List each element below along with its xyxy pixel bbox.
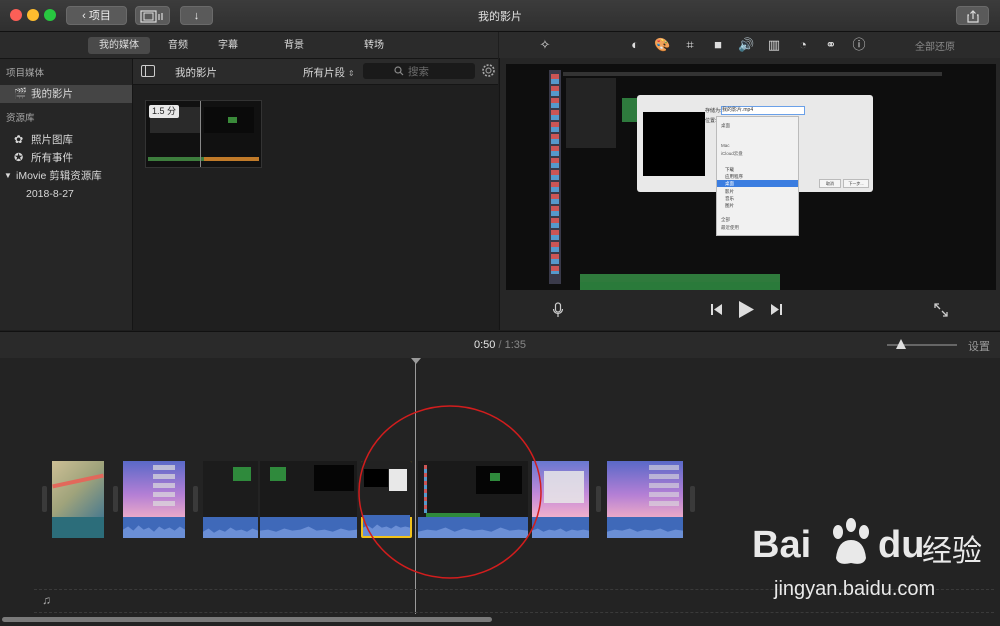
- window-title: 我的影片: [478, 11, 522, 23]
- toggle-sidebar-icon[interactable]: [141, 65, 155, 77]
- playhead-time: 0:50 / 1:35: [473, 339, 527, 351]
- color-palette-icon[interactable]: 🎨: [654, 37, 670, 53]
- clip-filter-select[interactable]: 所有片段 ⇕: [303, 65, 355, 80]
- project-media-heading: 项目媒体: [6, 68, 45, 79]
- share-button[interactable]: [956, 6, 989, 25]
- reset-all-button[interactable]: 全部还原: [915, 38, 955, 53]
- play-icon[interactable]: [739, 301, 754, 318]
- skip-back-icon[interactable]: [711, 304, 723, 315]
- media-tabs: 我的媒体 音频 字幕 背景 转场: [0, 32, 498, 59]
- title-bar: ‹ 项目 ↓ 我的影片: [0, 0, 1000, 32]
- baidu-jingyan-watermark: Bai du 经验 jingyan.baidu.com: [752, 516, 992, 606]
- sidebar-item-all-events[interactable]: ✪ 所有事件: [0, 149, 132, 167]
- zoom-slider-knob[interactable]: [896, 339, 906, 349]
- browser-toolbar: 我的影片 所有片段 ⇕ 搜索: [133, 59, 498, 85]
- up-down-chevron-icon: ⇕: [347, 69, 355, 78]
- timeline-clip-screen-1[interactable]: [203, 461, 258, 538]
- music-note-icon: ♫: [42, 593, 51, 607]
- timeline-clip-desktop-1[interactable]: [123, 461, 185, 538]
- annotation-circle: [358, 405, 542, 579]
- timeline-header: 0:50 / 1:35 设置: [0, 331, 1000, 359]
- crop-icon[interactable]: ⌗: [682, 37, 698, 53]
- browser-title: 我的影片: [175, 67, 217, 79]
- stabilization-camera-icon[interactable]: ■: [710, 37, 726, 53]
- magic-wand-icon[interactable]: ✧: [537, 37, 553, 53]
- transition-handle[interactable]: [42, 486, 47, 512]
- save-location-dropdown: 桌面 Mac iCloud云盘 下载 应用程序 桌面 影片 音乐 图片 全部 最…: [716, 116, 799, 236]
- timeline-clip-desktop-3[interactable]: [607, 461, 683, 538]
- clip-duration-badge: 1.5 分: [149, 105, 180, 118]
- info-icon[interactable]: ⓘ: [851, 37, 867, 53]
- timeline-clip-screen-2[interactable]: [260, 461, 357, 538]
- media-browser: 我的影片 所有片段 ⇕ 搜索 1.5 分: [133, 59, 498, 330]
- clip-thumbnail[interactable]: 1.5 分: [145, 100, 262, 168]
- playhead-marker[interactable]: [411, 358, 421, 364]
- settings-button[interactable]: 设置: [968, 338, 990, 354]
- tab-titles[interactable]: 字幕: [210, 37, 246, 54]
- search-icon: [394, 66, 404, 76]
- tab-audio[interactable]: 音频: [160, 37, 196, 54]
- color-balance-icon[interactable]: ◐: [627, 37, 643, 53]
- microphone-icon[interactable]: [552, 302, 564, 318]
- viewer: 存储为: 我的影片.mp4 位置: 取消 下一步... 桌面 Mac iClou…: [499, 58, 1000, 330]
- speed-gauge-icon[interactable]: ◔: [795, 37, 811, 53]
- adjustment-toolbar: ✧ ◐ 🎨 ⌗ ■ 🔊 ▥ ◔ ⚭ ⓘ 全部还原: [499, 32, 1000, 58]
- tab-transitions[interactable]: 转场: [356, 37, 392, 54]
- zoom-slider[interactable]: [887, 339, 957, 349]
- disclosure-triangle-icon[interactable]: ▼: [4, 167, 12, 185]
- clapperboard-icon: 🎬: [14, 88, 28, 100]
- sidebar-item-event-2018-8-27[interactable]: 2018-8-27: [0, 185, 132, 203]
- transition-handle[interactable]: [193, 486, 198, 512]
- photos-icon: ✿: [14, 134, 24, 146]
- transition-handle[interactable]: [690, 486, 695, 512]
- equalizer-icon[interactable]: ▥: [766, 37, 782, 53]
- sidebar-item-photos-library[interactable]: ✿ 照片图库: [0, 131, 132, 149]
- timeline-clip-map[interactable]: [52, 461, 104, 538]
- star-icon: ✪: [14, 152, 24, 164]
- search-input[interactable]: 搜索: [363, 63, 475, 79]
- timeline: ♫ Bai du 经验 jingyan.baidu.com: [0, 358, 1000, 626]
- save-as-field: 我的影片.mp4: [721, 106, 805, 115]
- libraries-heading: 资源库: [6, 113, 35, 124]
- transition-handle[interactable]: [596, 486, 601, 512]
- video-preview: 存储为: 我的影片.mp4 位置: 取消 下一步... 桌面 Mac iClou…: [506, 64, 996, 290]
- paw-logo-icon: [833, 518, 869, 564]
- clip-filter-icon[interactable]: ⚭: [823, 37, 839, 53]
- tab-backgrounds[interactable]: 背景: [276, 37, 312, 54]
- volume-icon[interactable]: 🔊: [738, 37, 754, 53]
- gear-icon[interactable]: [481, 63, 496, 78]
- tab-my-media[interactable]: 我的媒体: [88, 37, 150, 54]
- sidebar-item-my-movie[interactable]: 🎬 我的影片: [0, 85, 132, 103]
- fullscreen-icon[interactable]: [934, 303, 948, 317]
- share-icon: [966, 10, 979, 23]
- sidebar-item-imovie-library[interactable]: ▼ iMovie 剪辑资源库: [0, 167, 132, 185]
- transition-handle[interactable]: [113, 486, 118, 512]
- library-sidebar: 项目媒体 🎬 我的影片 资源库 ✿ 照片图库 ✪ 所有事件 ▼ iMovie 剪…: [0, 59, 133, 330]
- skip-forward-icon[interactable]: [770, 304, 782, 315]
- timeline-scrollbar[interactable]: [2, 617, 492, 622]
